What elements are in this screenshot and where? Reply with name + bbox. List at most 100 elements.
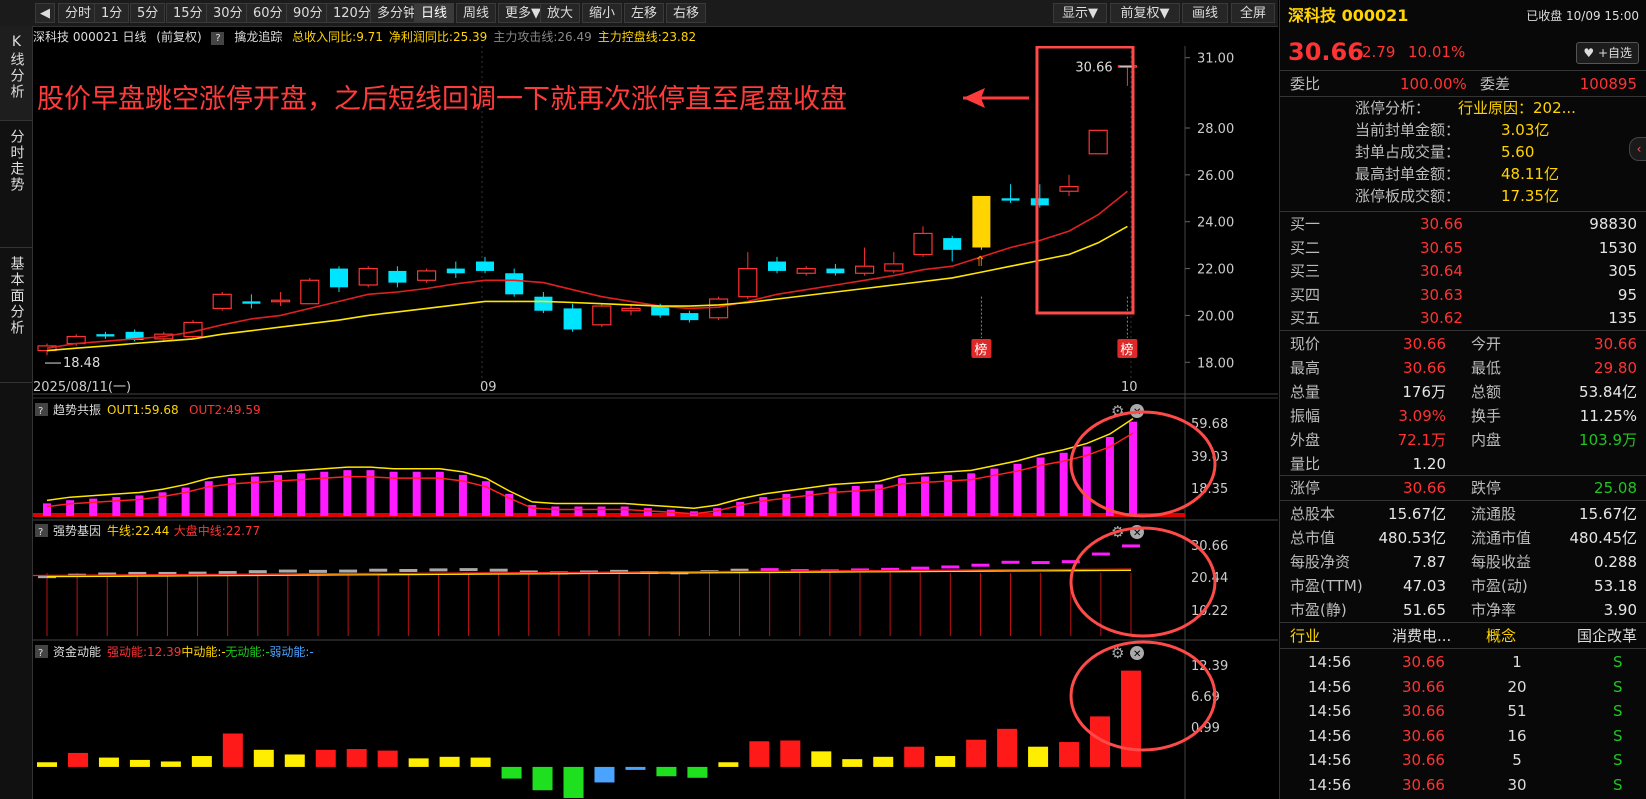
period-10[interactable]: 周线 [456,3,497,23]
limit-info-row: 最高封单金额： 48.11亿 [1280,163,1646,185]
stat-label: 市盈(TTM) [1290,577,1363,595]
period-1[interactable]: 1分 [94,3,130,23]
stat-value: 72.1万 [1397,431,1446,449]
limit-info-label: 最高封单金额： [1355,165,1461,183]
gene-tick [1031,561,1050,565]
period-4[interactable]: 30分 [206,3,250,23]
gene-tick [248,570,267,574]
period-9[interactable]: 日线 [414,3,455,23]
toolbar-right-3[interactable]: 全屏 [1231,3,1275,23]
close-pane-glyph: ✕ [1133,649,1141,660]
period-5[interactable]: 60分 [246,3,290,23]
gene-tick [911,566,930,570]
concept-label: 概念 [1486,627,1517,645]
candle [417,268,437,283]
trend-bar [597,506,606,516]
stat-label: 流通市值 [1471,529,1532,547]
momentum-bar [997,728,1018,767]
tick-price: 30.66 [1402,775,1445,794]
weibi-value: 100.00% [1400,75,1467,93]
tick-side: S [1613,751,1623,769]
tick-time: 14:56 [1308,702,1352,720]
price-axis-label: 28.00 [1197,122,1234,137]
stat-label: 现价 [1290,335,1321,353]
momentum-bar [780,740,801,767]
toolbar-right-0[interactable]: 显示▼ [1053,3,1107,23]
stat-label: 市净率 [1471,601,1517,619]
stat-label: 量比 [1290,455,1321,473]
side-tab-2[interactable]: 基本面分析 [0,248,32,383]
list-badge-label: 榜 [1120,342,1133,358]
bid-label: 买四 [1290,285,1321,304]
stock-name: 深科技 000021 [1288,6,1409,25]
candle [592,303,612,328]
side-tab-0[interactable]: K线分析 [0,26,32,121]
candle [212,292,232,311]
side-tab-1[interactable]: 分时走势 [0,121,32,248]
industry-value: 消费电... [1392,627,1452,645]
stat-label: 每股净资 [1290,553,1351,571]
momentum-bar [1121,670,1141,767]
limit-info-label: 封单占成交量： [1355,143,1461,161]
momentum-bar [191,756,212,767]
period-14[interactable]: 左移 [624,3,665,23]
stat-row: 市盈(静) 51.65 市净率 3.90 [1280,598,1646,622]
side-tab-bar: K线分析 分时走势 基本面分析 [0,26,33,799]
limit-info-row: 当前封单金额： 3.03亿 [1280,119,1646,141]
tick-volume: 16 [1507,726,1527,745]
trend-bar [713,508,722,516]
tick-side: S [1613,775,1623,794]
stat-value: 7.87 [1412,553,1446,571]
momentum-bar [377,750,398,767]
momentum-bar [873,756,894,767]
period-12[interactable]: 放大 [540,3,581,23]
tick-volume: 20 [1507,677,1527,696]
stat-label: 振幅 [1290,407,1321,425]
stat-value: 11.25% [1579,407,1637,425]
back-button[interactable]: ◀ [35,3,55,23]
help-icon-glyph: ? [38,648,43,659]
gene-tick [941,565,960,569]
momentum-bar [656,766,677,777]
stat-row: 市盈(TTM) 47.03 市盈(动) 53.18 [1280,574,1646,598]
tick-row: 14:56 30.66 30 S [1280,773,1646,797]
period-3[interactable]: 15分 [166,3,210,23]
stat-row: 总市值 480.53亿 流通市值 480.45亿 [1280,526,1646,550]
add-watchlist-button[interactable]: ♥ +自选 [1576,42,1639,64]
weicha-value: 100895 [1579,75,1637,93]
period-0[interactable]: 分时 [58,3,99,23]
stat-value: 15.67亿 [1579,505,1637,523]
sector-row-line: 行业 消费电... 概念 国企改革 [1280,624,1646,648]
tick-row: 14:56 30.66 51 S [1280,699,1646,723]
tick-volume: 5 [1512,751,1522,769]
period-2[interactable]: 5分 [130,3,166,23]
limit-info-label: 涨停分析： [1355,99,1431,117]
panel-separator [1280,500,1646,501]
tick-row: 14:56 30.66 16 S [1280,724,1646,748]
pane-title: 强势基因 [53,524,101,538]
pane-legend-item: 大盘中线:22.77 [174,523,260,538]
stat-label: 跌停 [1471,479,1502,497]
toolbar-right-1[interactable]: 前复权▼ [1110,3,1180,23]
stat-value: 1.20 [1412,455,1446,473]
price-axis-label: 18.00 [1197,356,1234,371]
tick-price: 30.66 [1402,702,1445,720]
period-13[interactable]: 缩小 [582,3,623,23]
momentum-bar [470,757,491,767]
momentum-bar [687,766,708,778]
momentum-bar [935,756,956,767]
stat-row: 量比 1.20 [1280,452,1646,476]
momentum-bar [1059,742,1080,767]
help-icon[interactable]: ? [211,32,225,45]
bid-price: 30.64 [1420,262,1463,280]
tick-side: S [1613,653,1623,671]
rocket-icon: ⇑ [974,254,986,270]
pane-legend-item: 强动能:12.39 [107,645,181,659]
momentum-bar [346,749,367,767]
bid-volume: 305 [1608,262,1637,280]
period-15[interactable]: 右移 [666,3,707,23]
bid-volume: 135 [1608,309,1637,327]
toolbar-right-2[interactable]: 画线 [1182,3,1228,23]
kline-chart-area[interactable]: 31.00 28.00 26.00 24.00 22.00 20.00 18.00 30.66… [33,46,1278,799]
period-6[interactable]: 90分 [286,3,330,23]
